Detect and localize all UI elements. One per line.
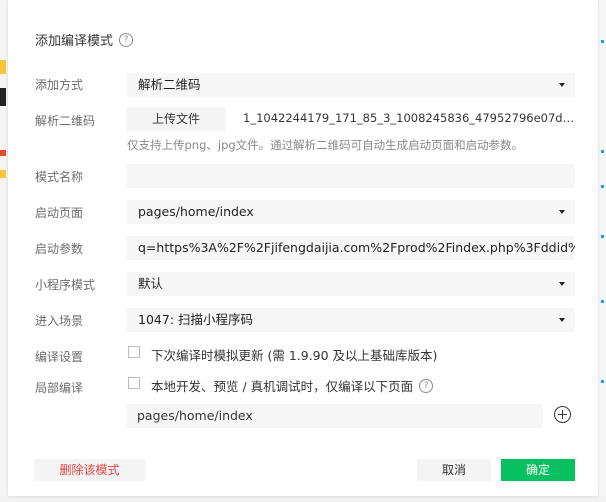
uploaded-filename: 1_1042244179_171_85_3_1008245836_4795279…	[243, 111, 577, 125]
partial-compile-text: 本地开发、预览 / 真机调试时，仅编译以下页面	[151, 379, 414, 394]
add-method-label: 添加方式	[35, 78, 84, 92]
dialog-title: 添加编译模式 ?	[35, 30, 134, 49]
mini-mode-label: 小程序模式	[35, 278, 96, 292]
help-icon[interactable]: ?	[419, 378, 434, 393]
add-compile-mode-dialog: 添加编译模式 ? 添加方式 解析二维码 解析二维码 上传文件 1_1042244…	[8, 0, 598, 496]
scene-label: 进入场景	[35, 314, 84, 328]
simulate-update-text: 下次编译时模拟更新 (需 1.9.90 及以上基础库版本)	[151, 348, 438, 363]
background-right-edge	[598, 0, 606, 502]
chevron-down-icon	[559, 318, 565, 322]
simulate-update-checkbox[interactable]	[128, 346, 140, 358]
partial-compile-checkbox[interactable]	[128, 377, 140, 389]
help-icon[interactable]: ?	[119, 32, 134, 47]
chevron-down-icon	[559, 282, 565, 286]
start-page-label: 启动页面	[35, 206, 84, 220]
start-page-value: pages/home/index	[138, 204, 254, 219]
confirm-button[interactable]: 确定	[501, 459, 575, 481]
delete-mode-button[interactable]: 删除该模式	[34, 459, 145, 481]
scene-value: 1047: 扫描小程序码	[138, 312, 253, 327]
add-page-icon[interactable]	[554, 406, 571, 423]
background-left-edge	[0, 0, 8, 502]
partial-compile-page-input[interactable]: pages/home/index	[127, 404, 543, 428]
upload-file-button[interactable]: 上传文件	[127, 107, 225, 131]
partial-compile-option: 本地开发、预览 / 真机调试时，仅编译以下页面 ?	[151, 376, 434, 395]
background-bottom-edge	[0, 496, 606, 502]
start-page-select[interactable]: pages/home/index	[127, 200, 575, 224]
mini-mode-value: 默认	[138, 276, 164, 291]
mini-mode-select[interactable]: 默认	[127, 272, 575, 296]
scene-select[interactable]: 1047: 扫描小程序码	[127, 308, 575, 332]
partial-compile-label: 局部编译	[35, 381, 84, 395]
chevron-down-icon	[559, 83, 565, 87]
qrcode-hint: 仅支持上传png、jpg文件。通过解析二维码可自动生成启动页面和启动参数。	[127, 138, 524, 152]
parse-qrcode-label: 解析二维码	[35, 114, 96, 128]
compile-settings-label: 编译设置	[35, 350, 84, 364]
mode-name-label: 模式名称	[35, 170, 84, 184]
add-method-value: 解析二维码	[138, 77, 201, 92]
start-params-input[interactable]: q=https%3A%2F%2Fjifengdaijia.com%2Fprod%…	[127, 236, 575, 260]
chevron-down-icon	[559, 210, 565, 214]
cancel-button[interactable]: 取消	[417, 459, 491, 481]
mode-name-input[interactable]	[127, 164, 575, 188]
start-params-label: 启动参数	[35, 242, 84, 256]
add-method-select[interactable]: 解析二维码	[127, 73, 575, 97]
dialog-title-text: 添加编译模式	[35, 34, 114, 49]
